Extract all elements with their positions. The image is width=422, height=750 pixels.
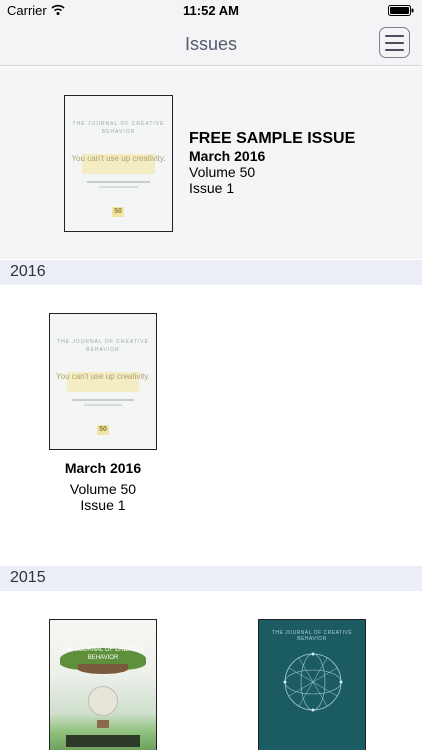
menu-button[interactable] <box>379 27 410 58</box>
cover-journal-title: THE JOURNAL OF CREATIVE BEHAVIOR <box>271 630 353 642</box>
cover-tagline: You can't use up creativity. <box>71 154 166 163</box>
network-sphere-illustration <box>283 652 343 712</box>
status-time: 11:52 AM <box>183 3 239 18</box>
issue-number: Issue 1 <box>80 497 126 513</box>
section-year: 2015 <box>10 569 46 586</box>
issue-volume: Volume 50 <box>69 481 137 497</box>
section-header-2016: 2016 <box>0 260 422 285</box>
featured-issue-info: FREE SAMPLE ISSUE March 2016 Volume 50 I… <box>189 130 355 196</box>
cover-logo: 50 <box>97 425 109 435</box>
cover-logo: 50 <box>112 207 124 217</box>
issue-cover[interactable]: THE JOURNAL OF CREATIVE BEHAVIOR <box>49 619 157 750</box>
cover-journal-title: THE JOURNAL OF CREATIVE BEHAVIOR <box>61 647 145 661</box>
status-bar: Carrier 11:52 AM <box>0 0 422 22</box>
cover-journal-title: THE JOURNAL OF CREATIVE BEHAVIOR <box>72 121 165 135</box>
cover-tagline: You can't use up creativity. <box>55 372 151 381</box>
featured-issue[interactable]: THE JOURNAL OF CREATIVE BEHAVIOR You can… <box>0 67 422 259</box>
issue-date: March 2016 <box>64 460 142 476</box>
page-title: Issues <box>184 34 238 54</box>
section-header-2015: 2015 <box>0 566 422 591</box>
section-year: 2016 <box>10 263 46 280</box>
featured-issue-cover[interactable]: THE JOURNAL OF CREATIVE BEHAVIOR You can… <box>64 95 173 232</box>
issue-cover[interactable]: THE JOURNAL OF CREATIVE BEHAVIOR You can… <box>49 313 157 450</box>
issue-item[interactable]: THE JOURNAL OF CREATIVE BEHAVIOR You can… <box>33 313 173 513</box>
hot-air-balloon-illustration <box>88 686 118 716</box>
featured-issue-number: Issue 1 <box>189 180 235 196</box>
issue-cover[interactable]: THE JOURNAL OF CREATIVE BEHAVIOR <box>258 619 366 750</box>
featured-date: March 2016 <box>189 148 266 164</box>
featured-volume: Volume 50 <box>189 164 256 180</box>
navigation-bar: Issues <box>0 22 422 66</box>
featured-label: FREE SAMPLE ISSUE <box>189 130 356 147</box>
battery-icon <box>388 5 414 16</box>
cover-journal-title: THE JOURNAL OF CREATIVE BEHAVIOR <box>57 339 149 353</box>
